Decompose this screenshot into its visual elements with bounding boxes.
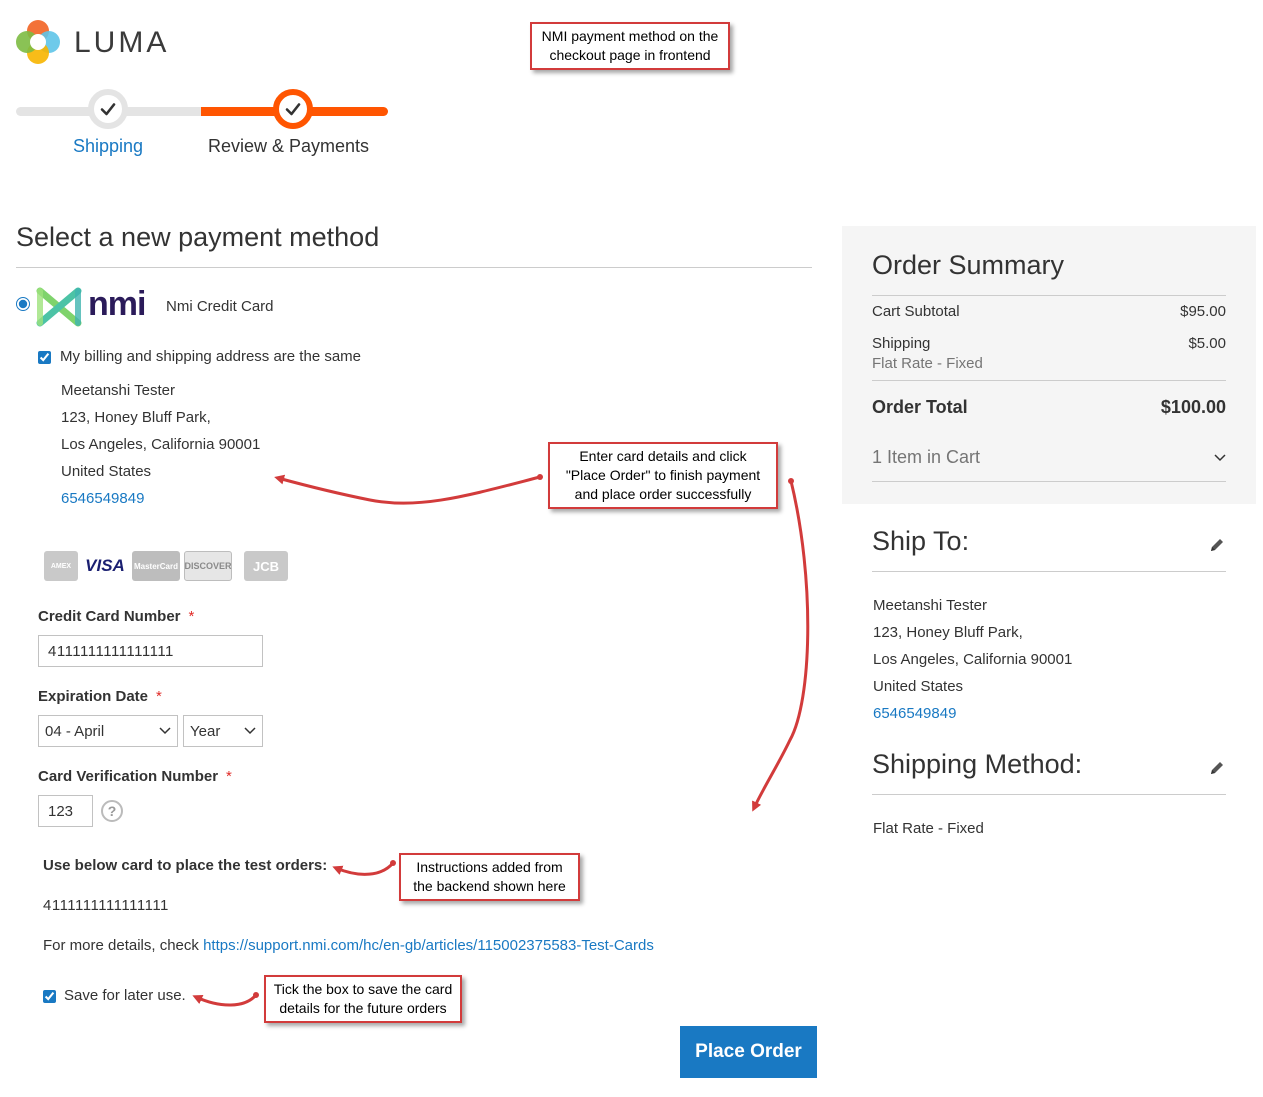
annotation-save-card: Tick the box to save the card details fo… bbox=[264, 975, 462, 1023]
annotation-line: details for the future orders bbox=[279, 1000, 447, 1016]
items-in-cart-label: 1 Item in Cart bbox=[872, 447, 981, 467]
nmi-logo: nmi bbox=[36, 285, 156, 327]
annotation-arrows bbox=[192, 474, 810, 1007]
ship-to-title: Ship To: bbox=[872, 526, 970, 556]
annotation-line: Enter card details and click bbox=[579, 448, 747, 464]
place-order-button[interactable]: Place Order bbox=[680, 1026, 817, 1078]
luma-logo-icon[interactable] bbox=[16, 20, 60, 64]
shipping-method-title: Shipping Method: bbox=[872, 749, 1083, 779]
divider bbox=[872, 481, 1226, 482]
expiration-label: Expiration Date * bbox=[38, 688, 162, 705]
order-total-label: Order Total bbox=[872, 397, 968, 417]
discover-icon: DISCOVER bbox=[184, 551, 232, 581]
edit-pencil-icon[interactable] bbox=[1209, 537, 1225, 553]
payment-section-title: Select a new payment method bbox=[16, 222, 380, 252]
annotation-line: checkout page in frontend bbox=[549, 47, 711, 63]
billing-name: Meetanshi Tester bbox=[61, 382, 175, 399]
card-type-icons: AMEX VISA MasterCard DISCOVER JCB bbox=[44, 551, 288, 583]
step-review-label: Review & Payments bbox=[208, 136, 370, 156]
instructions-test-card: 4111111111111111 bbox=[43, 897, 169, 914]
mastercard-icon: MasterCard bbox=[132, 551, 180, 581]
help-icon[interactable]: ? bbox=[101, 800, 123, 822]
billing-city: Los Angeles, California 90001 bbox=[61, 436, 261, 453]
shipping-method-value: Flat Rate - Fixed bbox=[873, 820, 984, 837]
shipping-value: $5.00 bbox=[1188, 335, 1226, 352]
cvv-input[interactable]: 123 bbox=[38, 795, 93, 827]
annotation-card-details: Enter card details and click "Place Orde… bbox=[548, 442, 778, 509]
visa-icon: VISA bbox=[82, 551, 128, 581]
order-summary-title: Order Summary bbox=[872, 250, 1065, 280]
nmi-payment-radio[interactable] bbox=[16, 297, 30, 311]
divider bbox=[872, 295, 1226, 296]
instructions-title: Use below card to place the test orders: bbox=[43, 857, 328, 874]
cvv-label: Card Verification Number * bbox=[38, 768, 232, 785]
ship-to-name: Meetanshi Tester bbox=[873, 597, 987, 614]
step-review-marker bbox=[273, 89, 313, 129]
divider bbox=[872, 571, 1226, 572]
annotation-instructions: Instructions added from the backend show… bbox=[399, 853, 580, 901]
cc-number-label: Credit Card Number * bbox=[38, 608, 195, 625]
step-shipping-label[interactable]: Shipping bbox=[73, 136, 143, 157]
billing-same-checkbox[interactable] bbox=[38, 351, 51, 364]
annotation-line: the backend shown here bbox=[413, 878, 566, 894]
amex-icon: AMEX bbox=[44, 551, 78, 581]
instructions-more: For more details, check https://support.… bbox=[43, 937, 654, 954]
divider bbox=[16, 267, 812, 268]
chevron-down-icon bbox=[244, 727, 256, 735]
jcb-icon: JCB bbox=[244, 551, 288, 581]
edit-pencil-icon[interactable] bbox=[1209, 760, 1225, 776]
cart-subtotal-value: $95.00 bbox=[1180, 303, 1226, 320]
annotation-line: "Place Order" to finish payment bbox=[565, 467, 761, 483]
order-total-row: Order Total $100.00 bbox=[872, 397, 1226, 418]
ship-to-country: United States bbox=[873, 678, 964, 695]
annotation-line: Instructions added from bbox=[416, 859, 563, 875]
year-value: Year bbox=[190, 722, 221, 740]
shipping-method-sub: Flat Rate - Fixed bbox=[872, 355, 983, 372]
logo-text[interactable]: LUMA bbox=[74, 26, 169, 60]
expiration-month-select[interactable]: 04 - April bbox=[38, 715, 178, 747]
chevron-down-icon bbox=[159, 727, 171, 735]
annotation-top: NMI payment method on the checkout page … bbox=[530, 22, 730, 70]
billing-street: 123, Honey Bluff Park, bbox=[61, 409, 211, 426]
ship-to-street: 123, Honey Bluff Park, bbox=[873, 624, 1023, 641]
items-in-cart-toggle[interactable]: 1 Item in Cart bbox=[872, 447, 1226, 468]
cc-number-input[interactable]: 4111111111111111 bbox=[38, 635, 263, 667]
instructions-more-prefix: For more details, check bbox=[43, 937, 204, 954]
ship-to-city: Los Angeles, California 90001 bbox=[873, 651, 1073, 668]
chevron-down-icon bbox=[1214, 453, 1226, 461]
payment-method-label[interactable]: Nmi Credit Card bbox=[166, 298, 274, 315]
ship-to-phone-link[interactable]: 6546549849 bbox=[873, 705, 956, 722]
divider bbox=[872, 794, 1226, 795]
check-icon bbox=[285, 103, 301, 116]
test-cards-link[interactable]: https://support.nmi.com/hc/en-gb/article… bbox=[203, 937, 654, 954]
nmi-mark-icon bbox=[36, 287, 82, 327]
check-icon bbox=[100, 103, 116, 116]
divider bbox=[872, 380, 1226, 381]
nmi-logo-text: nmi bbox=[88, 285, 146, 323]
cart-subtotal-label: Cart Subtotal bbox=[872, 303, 960, 320]
billing-same-label[interactable]: My billing and shipping address are the … bbox=[60, 348, 361, 365]
billing-phone-link[interactable]: 6546549849 bbox=[61, 490, 144, 507]
order-total-value: $100.00 bbox=[1160, 397, 1226, 417]
step-shipping-marker[interactable] bbox=[88, 89, 128, 129]
billing-country: United States bbox=[61, 463, 152, 480]
shipping-row: Shipping $5.00 bbox=[872, 335, 1226, 352]
expiration-year-select[interactable]: Year bbox=[183, 715, 263, 747]
annotation-line: Tick the box to save the card bbox=[273, 981, 453, 997]
save-for-later-label[interactable]: Save for later use. bbox=[64, 987, 186, 1004]
month-value: 04 - April bbox=[45, 722, 105, 740]
save-for-later-checkbox[interactable] bbox=[43, 990, 56, 1003]
cart-subtotal-row: Cart Subtotal $95.00 bbox=[872, 303, 1226, 320]
annotation-line: NMI payment method on the bbox=[541, 28, 719, 44]
shipping-label: Shipping bbox=[872, 335, 931, 352]
annotation-line: and place order successfully bbox=[574, 486, 752, 502]
